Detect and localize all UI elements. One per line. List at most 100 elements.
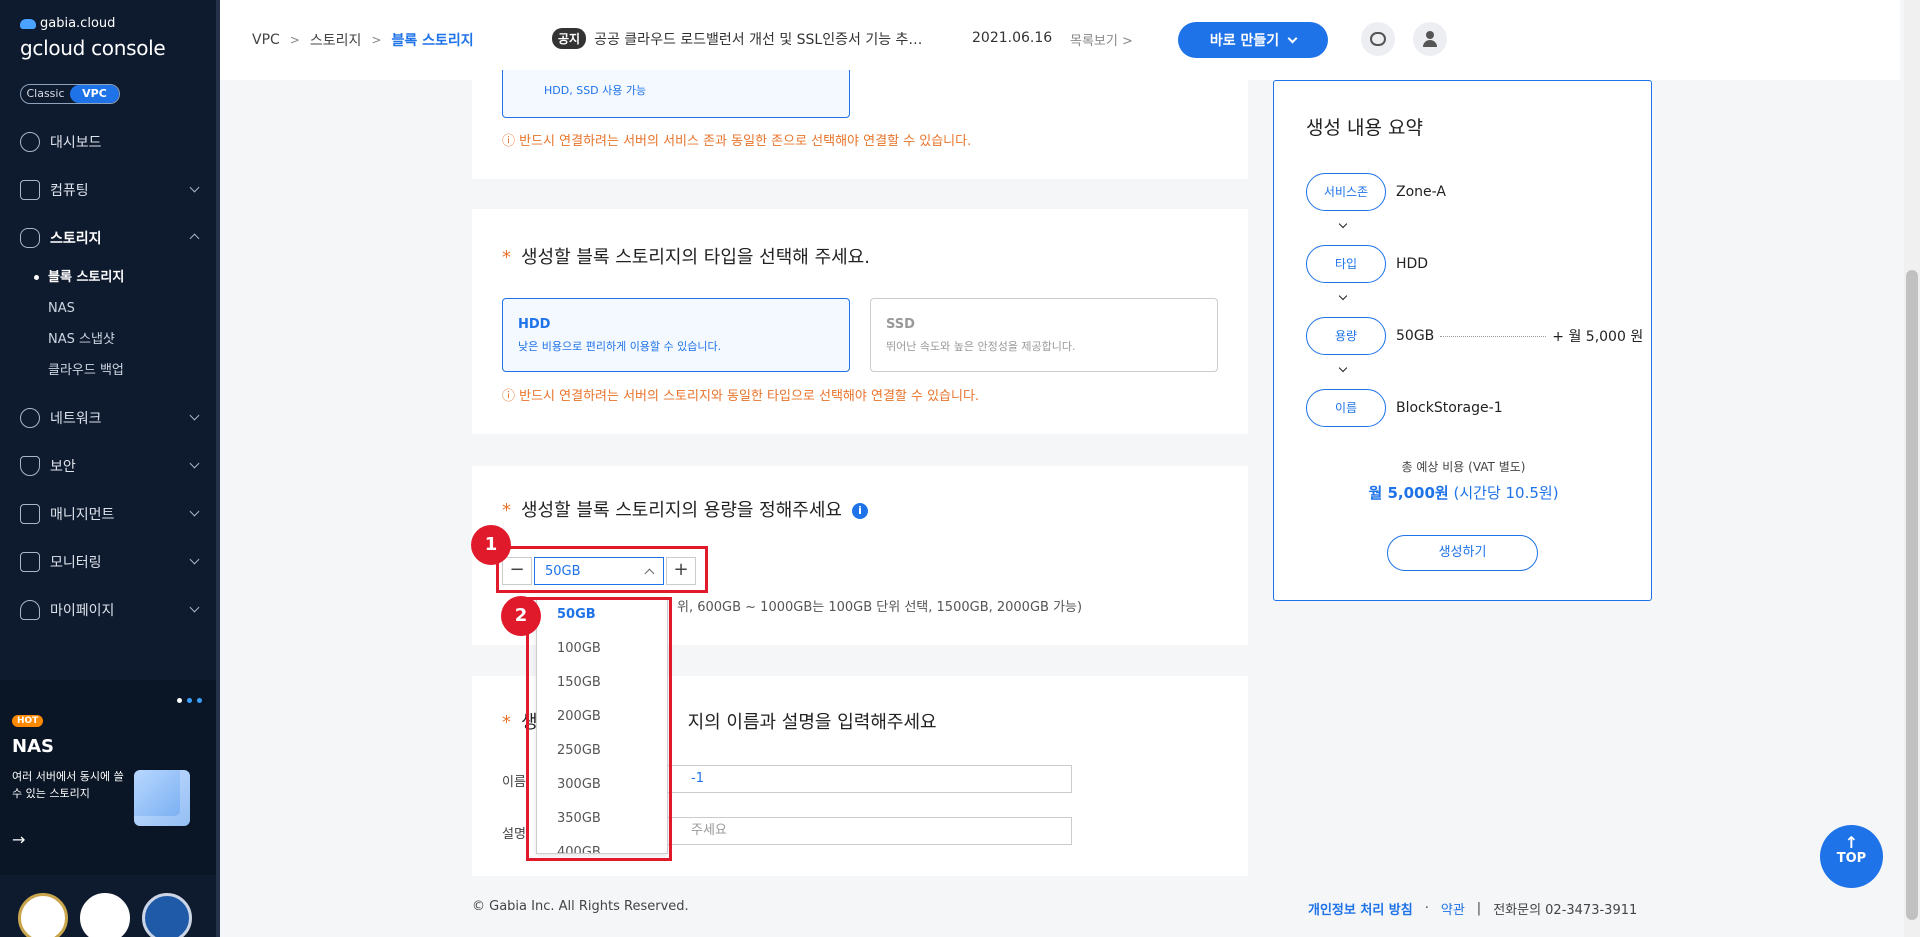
type-section-title: * 생성할 블록 스토리지의 타입을 선택해 주세요. bbox=[502, 247, 870, 268]
summary-price: + 월 5,000 원 bbox=[1552, 329, 1644, 345]
certification-badges bbox=[0, 893, 220, 937]
chevron-down-icon bbox=[189, 458, 200, 469]
sidebar-scrollbar[interactable] bbox=[216, 0, 220, 937]
sidebar-item-dashboard[interactable]: 대시보드 bbox=[0, 118, 220, 166]
sidebar-item-label: 대시보드 bbox=[50, 135, 102, 151]
notice-list-link[interactable]: 목록보기 > bbox=[1070, 30, 1133, 49]
sidebar-item-network[interactable]: 네트워크 bbox=[0, 394, 220, 442]
summary-pill: 서비스존 bbox=[1306, 173, 1386, 211]
breadcrumb-storage[interactable]: 스토리지 bbox=[310, 30, 362, 50]
summary-title: 생성 내용 요약 bbox=[1306, 117, 1423, 139]
sidebar-sub-cloud-backup[interactable]: 클라우드 백업 bbox=[48, 355, 220, 386]
chevron-down-icon bbox=[1338, 291, 1348, 301]
capacity-section-title: * 생성할 블록 스토리지의 용량을 정해주세요 i bbox=[502, 496, 868, 522]
promo-title: NAS bbox=[12, 736, 54, 757]
breadcrumb-block-storage: 블록 스토리지 bbox=[391, 33, 474, 49]
sidebar-sub-block-storage[interactable]: 블록 스토리지 bbox=[34, 262, 220, 293]
zone-section: HDD, SSD 사용 가능 ⓘ 반드시 연결하려는 서버의 서비스 존과 동일… bbox=[472, 70, 1248, 179]
chevron-down-icon bbox=[189, 554, 200, 565]
sidebar-item-monitoring[interactable]: 모니터링 bbox=[0, 538, 220, 586]
type-option-hdd[interactable]: HDD 낮은 비용으로 편리하게 이용할 수 있습니다. bbox=[502, 298, 850, 372]
type-option-desc: 낮은 비용으로 편리하게 이용할 수 있습니다. bbox=[518, 340, 722, 353]
chat-button[interactable] bbox=[1361, 22, 1395, 56]
chat-icon bbox=[1370, 32, 1386, 46]
cloud-service-badge-icon bbox=[80, 893, 130, 937]
chevron-right-icon: > bbox=[289, 33, 300, 47]
sidebar-item-security[interactable]: 보안 bbox=[0, 442, 220, 490]
carousel-dots[interactable] bbox=[177, 698, 202, 703]
summary-row-zone: 서비스존 Zone-A bbox=[1306, 173, 1446, 211]
chevron-down-icon bbox=[189, 182, 200, 193]
summary-value: HDD bbox=[1396, 256, 1429, 272]
classic-vpc-toggle[interactable]: Classic VPC bbox=[20, 84, 120, 104]
chevron-down-icon bbox=[189, 410, 200, 421]
chevron-down-icon bbox=[1287, 33, 1298, 43]
chevron-down-icon bbox=[189, 602, 200, 613]
zone-option-hint: HDD, SSD 사용 가능 bbox=[544, 84, 647, 97]
annotation-marker-1: 1 bbox=[471, 525, 511, 565]
cert-badge-icon bbox=[18, 893, 68, 937]
breadcrumb-vpc[interactable]: VPC bbox=[252, 32, 280, 48]
notice-bar[interactable]: 공지 공공 클라우드 로드밸런서 개선 및 SSL인증서 기능 추… bbox=[552, 28, 939, 49]
summary-pill: 타입 bbox=[1306, 245, 1386, 283]
user-button[interactable] bbox=[1413, 22, 1447, 56]
person-icon bbox=[20, 600, 40, 620]
dashboard-icon bbox=[20, 132, 40, 152]
summary-pill: 이름 bbox=[1306, 389, 1386, 427]
summary-value: 50GB bbox=[1396, 328, 1435, 344]
type-option-desc: 뛰어난 속도와 높은 안정성을 제공합니다. bbox=[886, 340, 1076, 353]
contact-phone: 전화문의 02-3473-3911 bbox=[1493, 903, 1638, 918]
sidebar-item-storage[interactable]: 스토리지 bbox=[0, 214, 220, 262]
shield-icon bbox=[20, 456, 40, 476]
create-storage-button[interactable]: 생성하기 bbox=[1387, 535, 1538, 571]
sidebar-item-mypage[interactable]: 마이페이지 bbox=[0, 586, 220, 634]
zone-option-selected[interactable]: HDD, SSD 사용 가능 bbox=[502, 70, 850, 118]
quick-create-button[interactable]: 바로 만들기 bbox=[1178, 22, 1328, 58]
sidebar-sub-nas-snapshot[interactable]: NAS 스냅샷 bbox=[48, 324, 220, 355]
summary-pill: 용량 bbox=[1306, 317, 1386, 355]
type-option-title: HDD bbox=[518, 317, 551, 332]
privacy-link[interactable]: 개인정보 처리 방침 bbox=[1308, 899, 1413, 918]
sidebar-item-label: 모니터링 bbox=[50, 555, 102, 571]
page-scrollbar-thumb[interactable] bbox=[1906, 270, 1918, 920]
sidebar: gabia.cloud gcloud console Classic VPC 대… bbox=[0, 0, 220, 937]
summary-value: Zone-A bbox=[1396, 184, 1446, 200]
promo-banner[interactable]: HOT NAS 여러 서버에서 동시에 쓸 수 있는 스토리지 → bbox=[0, 680, 220, 875]
sidebar-item-label: 네트워크 bbox=[50, 411, 102, 427]
zone-warning: ⓘ 반드시 연결하려는 서버의 서비스 존과 동일한 존으로 선택해야 연결할 … bbox=[502, 134, 972, 149]
notice-date: 2021.06.16 bbox=[972, 30, 1053, 46]
type-option-ssd[interactable]: SSD 뛰어난 속도와 높은 안정성을 제공합니다. bbox=[870, 298, 1218, 372]
monitor-icon bbox=[20, 552, 40, 572]
breadcrumb: VPC > 스토리지 > 블록 스토리지 bbox=[252, 30, 474, 50]
toggle-vpc[interactable]: VPC bbox=[70, 85, 119, 103]
sidebar-item-label: 스토리지 bbox=[50, 231, 102, 247]
notice-tag: 공지 bbox=[552, 28, 587, 49]
sidebar-item-management[interactable]: 매니지먼트 bbox=[0, 490, 220, 538]
sidebar-sub-nas[interactable]: NAS bbox=[48, 293, 220, 324]
highlight-box-2 bbox=[526, 597, 672, 861]
notice-title[interactable]: 공공 클라우드 로드밸런서 개선 및 SSL인증서 기능 추… bbox=[594, 29, 939, 49]
total-cost-label: 총 예상 비용 (VAT 별도) bbox=[1401, 460, 1526, 474]
chevron-down-icon bbox=[1338, 219, 1348, 229]
info-icon[interactable]: i bbox=[851, 503, 868, 519]
arrow-right-icon[interactable]: → bbox=[12, 830, 25, 849]
desc-label: 설명 bbox=[502, 827, 526, 842]
notice-more-label: 목록보기 bbox=[1070, 34, 1118, 49]
brand-logo[interactable]: gabia.cloud bbox=[20, 16, 115, 31]
scroll-top-button[interactable]: ↑ TOP bbox=[1820, 825, 1883, 888]
arrow-up-icon: ↑ bbox=[1844, 833, 1859, 852]
name-label: 이름 bbox=[502, 775, 526, 790]
toggle-classic[interactable]: Classic bbox=[21, 85, 70, 103]
brand-title[interactable]: gcloud console bbox=[20, 36, 166, 60]
chevron-down-icon bbox=[1338, 363, 1348, 373]
summary-row-capacity: 용량 50GB + 월 5,000 원 bbox=[1306, 317, 1643, 355]
top-label: TOP bbox=[1836, 851, 1867, 866]
storage-cube-icon bbox=[134, 770, 190, 826]
promo-desc: 여러 서버에서 동시에 쓸 수 있는 스토리지 bbox=[12, 770, 124, 800]
chevron-down-icon bbox=[189, 506, 200, 517]
terms-link[interactable]: 약관 bbox=[1441, 899, 1465, 918]
summary-value: BlockStorage-1 bbox=[1396, 400, 1503, 416]
highlight-box-1 bbox=[496, 546, 708, 593]
footer-separator: | bbox=[1476, 901, 1482, 916]
sidebar-item-computing[interactable]: 컴퓨팅 bbox=[0, 166, 220, 214]
